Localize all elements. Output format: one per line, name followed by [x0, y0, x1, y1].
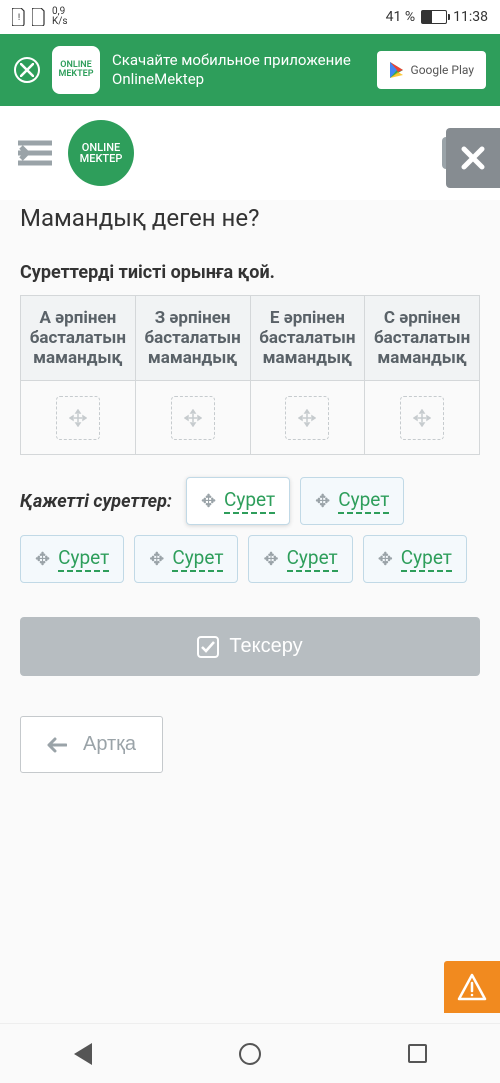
drop-slot[interactable]: [56, 396, 100, 440]
back-button[interactable]: Артқа: [20, 716, 163, 773]
warning-icon: [457, 973, 487, 1001]
check-icon: [197, 636, 219, 658]
column-header: Е әрпінен басталатын мамандық: [250, 296, 365, 381]
status-left: ! 0,9 K/s: [12, 7, 68, 27]
speed-unit: K/s: [52, 17, 68, 27]
status-bar: ! 0,9 K/s 41 % 11:38: [0, 0, 500, 34]
move-icon: ✥: [263, 549, 278, 570]
chip-label: Сурет: [172, 546, 223, 572]
image-chip[interactable]: ✥ Сурет: [300, 477, 404, 525]
banner-close-button[interactable]: [14, 57, 40, 83]
move-icon: ✥: [201, 491, 216, 512]
drop-slot[interactable]: [171, 396, 215, 440]
sim2-icon: [32, 8, 46, 26]
arrow-left-icon: [47, 737, 67, 753]
nav-home[interactable]: [239, 1043, 261, 1065]
battery-percent: 41 %: [386, 9, 415, 25]
column-header: С әрпінен басталатын мамандық: [365, 296, 480, 381]
move-icon: ✥: [35, 549, 50, 570]
warning-badge[interactable]: [444, 961, 500, 1013]
needed-label: Қажетті суреттер:: [20, 491, 172, 512]
back-label: Артқа: [83, 733, 136, 756]
move-icon: [69, 409, 87, 427]
image-chip[interactable]: ✥ Сурет: [20, 535, 124, 583]
battery-icon: [421, 10, 447, 24]
google-play-icon: [389, 61, 405, 79]
network-speed: 0,9 K/s: [52, 7, 68, 27]
move-icon: [298, 409, 316, 427]
banner-text: Скачайте мобильное приложение OnlineMekt…: [112, 51, 365, 90]
image-chip[interactable]: ✥ Сурет: [186, 477, 290, 525]
close-icon: [20, 63, 34, 77]
chip-label: Сурет: [401, 546, 452, 572]
move-icon: ✥: [149, 549, 164, 570]
android-navbar: [0, 1023, 500, 1083]
drop-table: А әрпінен басталатын мамандық З әрпінен …: [20, 295, 480, 455]
question-title: Мамандық деген не?: [20, 204, 480, 232]
google-play-button[interactable]: Google Play: [377, 51, 486, 89]
move-icon: [184, 409, 202, 427]
needed-images-row: Қажетті суреттер: ✥ Сурет ✥ Сурет ✥ Суре…: [20, 477, 480, 583]
nav-recent[interactable]: [408, 1044, 427, 1063]
column-header: А әрпінен басталатын мамандық: [21, 296, 136, 381]
menu-icon[interactable]: [18, 139, 52, 167]
column-header: З әрпінен басталатын мамандық: [135, 296, 250, 381]
check-button[interactable]: Тексеру: [20, 617, 480, 676]
chip-label: Сурет: [338, 488, 389, 514]
drop-slot[interactable]: [285, 396, 329, 440]
app-install-banner: ONLINE MEKTEP Скачайте мобильное приложе…: [0, 34, 500, 106]
sim-icon: !: [12, 8, 26, 26]
move-icon: ✥: [378, 549, 393, 570]
clock: 11:38: [453, 9, 488, 25]
instruction-text: Суреттерді тиісті орынға қой.: [20, 262, 480, 283]
image-chip[interactable]: ✥ Сурет: [134, 535, 238, 583]
chip-label: Сурет: [224, 488, 275, 514]
move-icon: ✥: [315, 491, 330, 512]
content-area: Мамандық деген не? Суреттерді тиісті оры…: [0, 200, 500, 793]
drop-slot[interactable]: [400, 396, 444, 440]
banner-app-logo: ONLINE MEKTEP: [52, 46, 100, 94]
image-chip[interactable]: ✥ Сурет: [248, 535, 352, 583]
site-logo[interactable]: ONLINE MEKTEP: [68, 120, 134, 186]
close-icon: [460, 145, 486, 171]
svg-text:!: !: [18, 13, 20, 23]
image-chip[interactable]: ✥ Сурет: [363, 535, 467, 583]
app-header: ONLINE MEKTEP: [0, 106, 500, 200]
check-label: Тексеру: [229, 635, 302, 658]
chip-label: Сурет: [287, 546, 338, 572]
google-play-label: Google Play: [411, 63, 474, 77]
nav-back[interactable]: [74, 1043, 92, 1065]
status-right: 41 % 11:38: [386, 9, 488, 25]
move-icon: [413, 409, 431, 427]
chip-label: Сурет: [58, 546, 109, 572]
overlay-close-button[interactable]: [446, 128, 500, 188]
